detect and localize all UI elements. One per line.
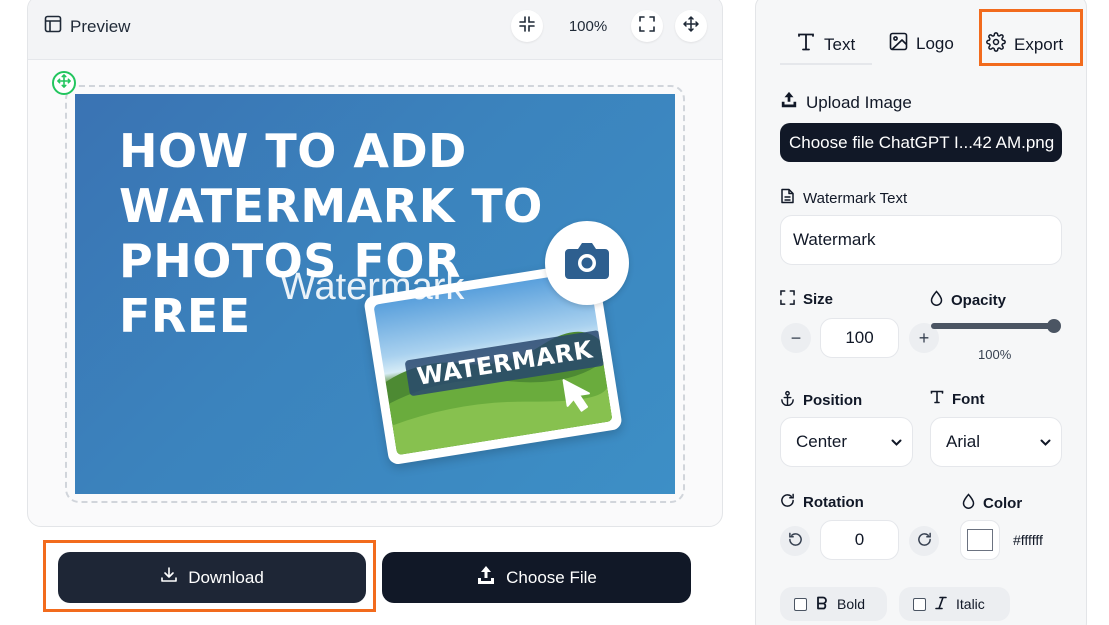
heading-line: WATERMARK TO [119, 179, 543, 233]
size-label: Size [780, 290, 833, 309]
preview-title-label: Preview [70, 16, 131, 36]
rotation-input[interactable]: 0 [820, 520, 899, 560]
layout-icon [44, 15, 62, 38]
export-highlight [979, 9, 1083, 66]
drag-handle-icon [57, 73, 71, 93]
preview-panel: Preview 100% HOW TO ADD WATERMARK TO PHO… [27, 0, 723, 527]
upload-image-text: Upload Image [806, 92, 912, 112]
tab-text[interactable]: Text [796, 32, 855, 57]
opacity-value: 100% [978, 347, 1012, 362]
fullscreen-icon [639, 15, 655, 37]
color-swatch [967, 529, 993, 551]
move-button[interactable] [675, 10, 707, 42]
font-select[interactable]: Arial [930, 417, 1062, 467]
choose-file-label: Choose File [506, 567, 597, 587]
opacity-caption: Opacity [951, 291, 1007, 309]
minimize-icon [519, 15, 535, 37]
download-highlight [43, 540, 376, 612]
opacity-slider-track[interactable] [931, 323, 1055, 329]
watermark-overlay-text[interactable]: Watermark [280, 266, 464, 309]
size-decrease-button[interactable]: − [781, 323, 811, 353]
opacity-slider-thumb[interactable] [1047, 319, 1061, 333]
watermark-text-caption: Watermark Text [803, 189, 908, 207]
chevron-down-icon [891, 432, 902, 452]
minimize-button[interactable] [511, 10, 543, 42]
rotate-cw-icon [917, 531, 932, 552]
font-caption: Font [952, 390, 985, 408]
upload-image-label: Upload Image [780, 91, 912, 114]
tab-logo[interactable]: Logo [889, 32, 954, 56]
move-icon [683, 15, 699, 37]
rotation-label: Rotation [780, 493, 864, 512]
choose-file-button[interactable]: Choose File [382, 552, 691, 603]
droplet-icon [962, 493, 975, 513]
font-label: Font [930, 390, 984, 408]
text-icon [796, 32, 816, 57]
rotate-icon [780, 493, 795, 512]
camera-icon [563, 241, 611, 286]
italic-toggle[interactable]: Italic [899, 587, 1010, 621]
bold-checkbox[interactable] [794, 597, 807, 611]
italic-label: Italic [956, 596, 985, 612]
position-caption: Position [803, 391, 863, 409]
bold-toggle[interactable]: Bold [780, 587, 887, 621]
size-caption: Size [803, 291, 834, 308]
upload-icon [476, 565, 496, 590]
heading-line: HOW TO ADD [119, 124, 467, 178]
rotation-caption: Rotation [803, 494, 864, 511]
color-picker[interactable] [960, 520, 1000, 560]
watermark-text-input[interactable]: Watermark [780, 215, 1062, 265]
bold-label: Bold [837, 596, 866, 612]
active-tab-indicator [780, 63, 872, 65]
italic-icon [935, 596, 947, 613]
preview-image: HOW TO ADD WATERMARK TO PHOTOS FOR FREE … [75, 94, 675, 494]
bold-icon [816, 596, 828, 613]
camera-badge [545, 221, 629, 305]
choose-file-input[interactable]: Choose file ChatGPT I...42 AM.png [780, 123, 1062, 162]
size-input[interactable]: 100 [820, 318, 899, 358]
rotate-ccw-icon [788, 531, 803, 552]
position-label: Position [780, 390, 862, 410]
color-hex-value: #ffffff [1013, 532, 1043, 548]
italic-checkbox[interactable] [913, 597, 926, 611]
watermark-text-label: Watermark Text [780, 188, 907, 208]
opacity-label: Opacity [930, 290, 1006, 310]
color-caption: Color [983, 494, 1023, 512]
preview-header: Preview 100% [28, 0, 722, 60]
chevron-down-icon [1040, 432, 1051, 452]
font-icon [930, 390, 944, 408]
droplet-icon [930, 290, 943, 310]
anchor-icon [780, 390, 795, 410]
position-selected-value: Center [796, 432, 848, 451]
resize-icon [780, 290, 795, 309]
position-select[interactable]: Center [780, 417, 913, 467]
tab-text-label: Text [824, 34, 856, 54]
document-icon [780, 188, 795, 208]
fullscreen-button[interactable] [631, 10, 663, 42]
rotate-right-button[interactable] [909, 526, 939, 556]
rotate-left-button[interactable] [780, 526, 810, 556]
font-selected-value: Arial [946, 432, 981, 451]
preview-title: Preview [44, 15, 130, 38]
image-icon [889, 32, 908, 56]
drag-handle[interactable] [52, 71, 76, 95]
tab-logo-label: Logo [916, 34, 954, 53]
zoom-level: 100% [568, 18, 608, 35]
color-label: Color [962, 493, 1022, 513]
upload-image-icon [780, 91, 798, 114]
